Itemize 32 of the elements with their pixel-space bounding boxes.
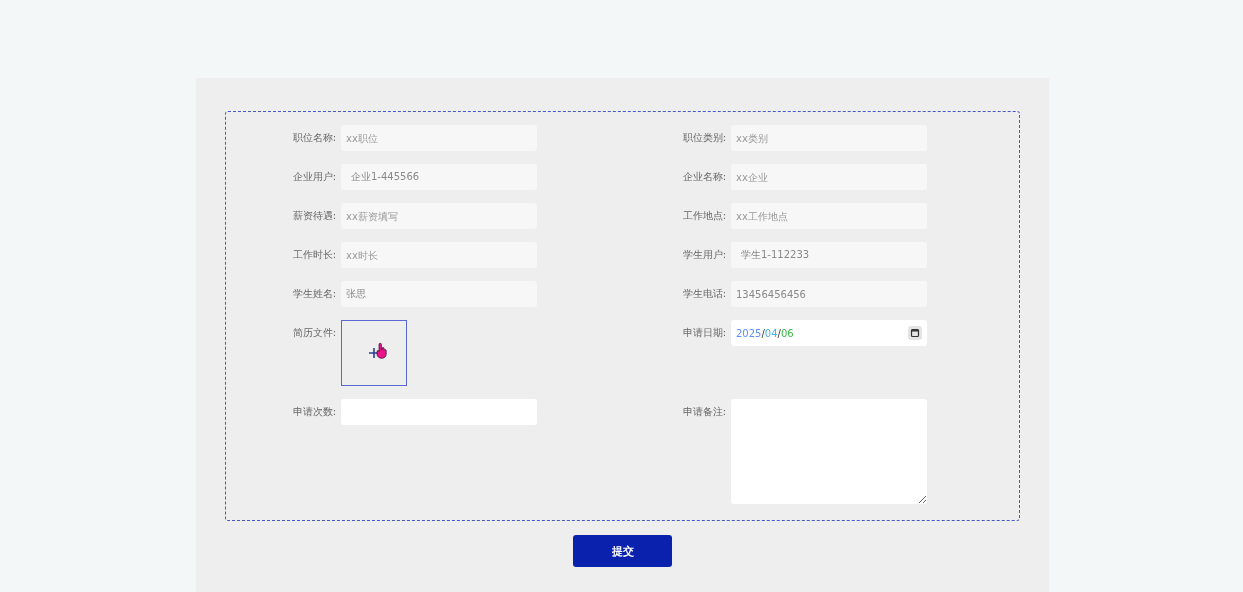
- field-label: 工作时长:: [291, 248, 336, 262]
- input-field[interactable]: xx时长: [341, 242, 537, 268]
- field-label: 简历文件:: [291, 326, 336, 340]
- upload-area[interactable]: [341, 320, 407, 386]
- input-field[interactable]: xx工作地点: [731, 203, 927, 229]
- input-field[interactable]: xx薪资填写: [341, 203, 537, 229]
- field-label: 薪资待遇:: [291, 209, 336, 223]
- select-field[interactable]: 学生1-112233: [731, 242, 927, 268]
- field-label: 企业名称:: [681, 170, 726, 184]
- field-label: 申请备注:: [681, 405, 726, 419]
- field-label: 企业用户:: [291, 170, 336, 184]
- input-field[interactable]: 张思: [341, 281, 537, 307]
- textarea-field[interactable]: [731, 399, 927, 504]
- field-label: 职位类别:: [681, 131, 726, 145]
- date-value: 2025/04/06: [736, 327, 795, 339]
- plus-icon: [369, 348, 379, 358]
- date-field[interactable]: 2025/04/06: [731, 320, 927, 346]
- field-label: 申请次数:: [291, 405, 336, 419]
- field-label: 申请日期:: [681, 326, 726, 340]
- input-field[interactable]: xx企业: [731, 164, 927, 190]
- field-label: 学生电话:: [681, 287, 726, 301]
- input-field[interactable]: xx类别: [731, 125, 927, 151]
- field-label: 工作地点:: [681, 209, 726, 223]
- select-field[interactable]: 企业1-445566: [341, 164, 537, 190]
- calendar-icon[interactable]: [908, 326, 922, 340]
- field-label: 职位名称:: [291, 131, 336, 145]
- submit-button[interactable]: 提交: [573, 535, 672, 567]
- input-field[interactable]: xx职位: [341, 125, 537, 151]
- field-label: 学生用户:: [681, 248, 726, 262]
- input-field[interactable]: 13456456456: [731, 281, 927, 307]
- field-label: 学生姓名:: [291, 287, 336, 301]
- hand-cursor-icon: [376, 343, 388, 359]
